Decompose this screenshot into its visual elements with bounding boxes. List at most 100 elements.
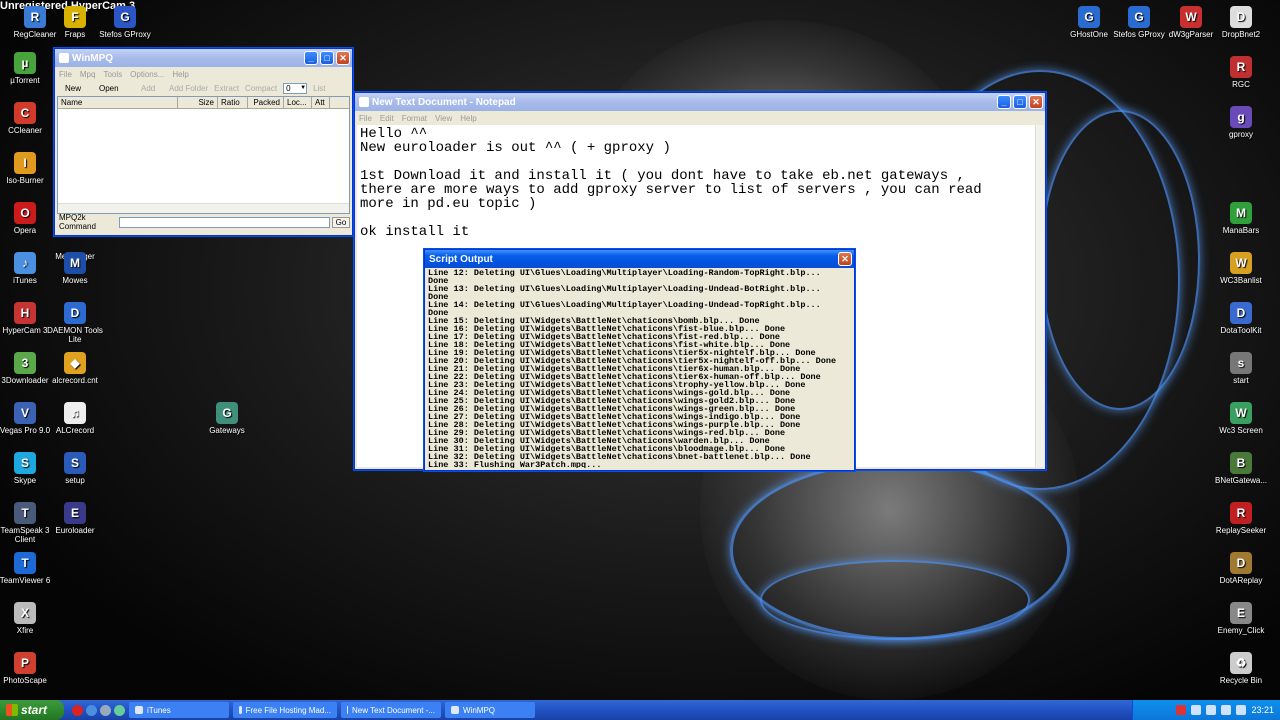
close-button[interactable]: ✕ [1029,95,1043,109]
menu-item[interactable]: View [435,114,452,123]
menu-item[interactable]: Mpq [80,70,96,79]
start-button[interactable]: start [0,700,64,720]
window-title: New Text Document - Notepad [372,96,516,108]
desktop-icon-label: Stefos GProxy [99,30,151,39]
menu-item[interactable]: Help [172,70,188,79]
desktop-icon-label: BNetGatewa... [1214,476,1268,485]
compact-button[interactable]: Compact [245,84,277,93]
desktop-icon[interactable]: µ µTorrent [0,52,60,85]
desktop-icon[interactable]: ◆ alcrecord.cnt [40,352,110,385]
volume-icon[interactable] [1206,705,1217,715]
desktop-icon[interactable]: G Gateways [192,402,262,435]
column-size[interactable]: Size [178,97,218,108]
script-output-titlebar[interactable]: Script Output ✕ [425,250,854,268]
go-button[interactable]: Go [332,216,350,228]
desktop-icon[interactable]: W Wc3 Screen [1206,402,1276,435]
desktop-icon[interactable]: E Euroloader [40,502,110,535]
desktop-icon[interactable]: B BNetGatewa... [1206,452,1276,485]
close-button[interactable]: ✕ [336,51,350,65]
desktop-icon[interactable]: X Xfire [0,602,60,635]
desktop-icon-label: DotaToolKit [1220,326,1262,335]
desktop-icon[interactable]: s start [1206,352,1276,385]
column-packed[interactable]: Packed [248,97,284,108]
add-folder-button[interactable]: Add Folder [169,84,208,93]
close-button[interactable]: ✕ [838,252,852,266]
opera-icon[interactable] [72,704,83,716]
desktop-icon[interactable]: Ssetup [40,452,110,485]
maximize-button[interactable]: □ [320,51,334,65]
winmpq-toolbar: New Open Add Add Folder Extract Compact … [55,81,352,95]
menu-item[interactable]: Options... [130,70,164,79]
vertical-scrollbar[interactable] [1035,125,1044,467]
minimize-button[interactable]: _ [304,51,318,65]
taskbar-button[interactable]: New Text Document -... [341,702,441,718]
menu-item[interactable]: File [359,114,372,123]
desktop-icon[interactable]: ♫ ALCrecord [40,402,110,435]
desktop-icon[interactable]: g gproxy [1206,106,1276,139]
extract-button[interactable]: Extract [214,84,239,93]
desktop-icon[interactable]: I Iso-Burner [0,152,60,185]
new-button[interactable]: New [65,84,93,93]
desktop-icon[interactable]: E Enemy_Click [1206,602,1276,635]
ie-icon[interactable] [86,704,97,716]
menu-item[interactable]: File [59,70,72,79]
notepad-titlebar[interactable]: New Text Document - Notepad _ □ ✕ [355,93,1045,111]
column-attributes[interactable]: Att [312,97,330,108]
log-line: Line 13: Deleting UI\Glues\Loading\Multi… [428,284,821,294]
script-output-window[interactable]: Script Output ✕ Line 12: Deleting UI\Glu… [424,249,855,471]
winmpq-titlebar[interactable]: WinMPQ _ □ ✕ [55,49,352,67]
taskbar-button[interactable]: WinMPQ [445,702,535,718]
security-icon[interactable] [1236,705,1247,715]
locale-combo[interactable]: 0 ▼ [283,82,308,94]
winmpq-menubar: File Mpq Tools Options... Help [55,67,352,81]
app-icon: E [1230,602,1252,624]
update-icon[interactable] [1221,705,1232,715]
desktop-icon-label: µTorrent [10,76,40,85]
taskbar-button[interactable]: Free File Hosting Mad... [233,702,337,718]
maximize-button[interactable]: □ [1013,95,1027,109]
column-locale[interactable]: Loc... [284,97,312,108]
desktop-icon[interactable]: C CCleaner [0,102,60,135]
desktop-icon[interactable]: D DotaToolKit [1206,302,1276,335]
desktop-icon[interactable]: R ReplaySeeker [1206,502,1276,535]
add-button[interactable]: Add [141,84,163,93]
desktop-icon-label: WC3Banlist [1220,276,1262,285]
desktop-icon[interactable]: ♻ Recycle Bin [1206,652,1276,685]
desktop-icon[interactable]: W WC3Banlist [1206,252,1276,285]
desktop-icon[interactable]: D DropBnet2 [1206,6,1276,39]
clock[interactable]: 23:21 [1251,705,1274,715]
winmpq-window[interactable]: WinMPQ _ □ ✕ File Mpq Tools Options... Help … [54,48,353,236]
horizontal-scrollbar[interactable] [58,203,349,213]
file-list[interactable]: Name Size Ratio Packed Loc... Att [57,96,350,214]
show-desktop-icon[interactable] [100,704,111,716]
media-icon[interactable] [114,704,125,716]
menu-item[interactable]: Edit [380,114,394,123]
minimize-button[interactable]: _ [997,95,1011,109]
log-line: Line 14: Deleting UI\Glues\Loading\Multi… [428,300,821,310]
network-icon[interactable] [1191,705,1202,715]
app-icon: H [14,302,36,324]
desktop-icon[interactable]: D DAEMON Tools Lite [40,302,110,344]
desktop-icon-label: start [1233,376,1249,385]
window-title: WinMPQ [72,52,114,64]
desktop-icon[interactable]: T TeamViewer 6 [0,552,60,585]
list-button[interactable]: List [313,84,325,93]
recording-icon[interactable] [1176,705,1187,715]
menu-item[interactable]: Format [402,114,427,123]
desktop-icon[interactable]: M Mowes [40,252,110,285]
open-button[interactable]: Open [99,84,135,93]
app-icon: D [1230,302,1252,324]
desktop-icon[interactable]: D DotAReplay [1206,552,1276,585]
column-name[interactable]: Name [58,97,178,108]
app-icon: B [1230,452,1252,474]
menu-item[interactable]: Tools [103,70,122,79]
command-input[interactable] [119,216,330,228]
desktop-icon[interactable]: P PhotoScape [0,652,60,685]
desktop-icon[interactable]: G Stefos GProxy [90,6,160,39]
taskbar-button[interactable]: iTunes [129,702,229,718]
menu-item[interactable]: Help [460,114,476,123]
desktop-icon[interactable]: M ManaBars [1206,202,1276,235]
column-ratio[interactable]: Ratio [218,97,248,108]
desktop-icon[interactable]: R RGC [1206,56,1276,89]
app-icon: G [114,6,136,28]
